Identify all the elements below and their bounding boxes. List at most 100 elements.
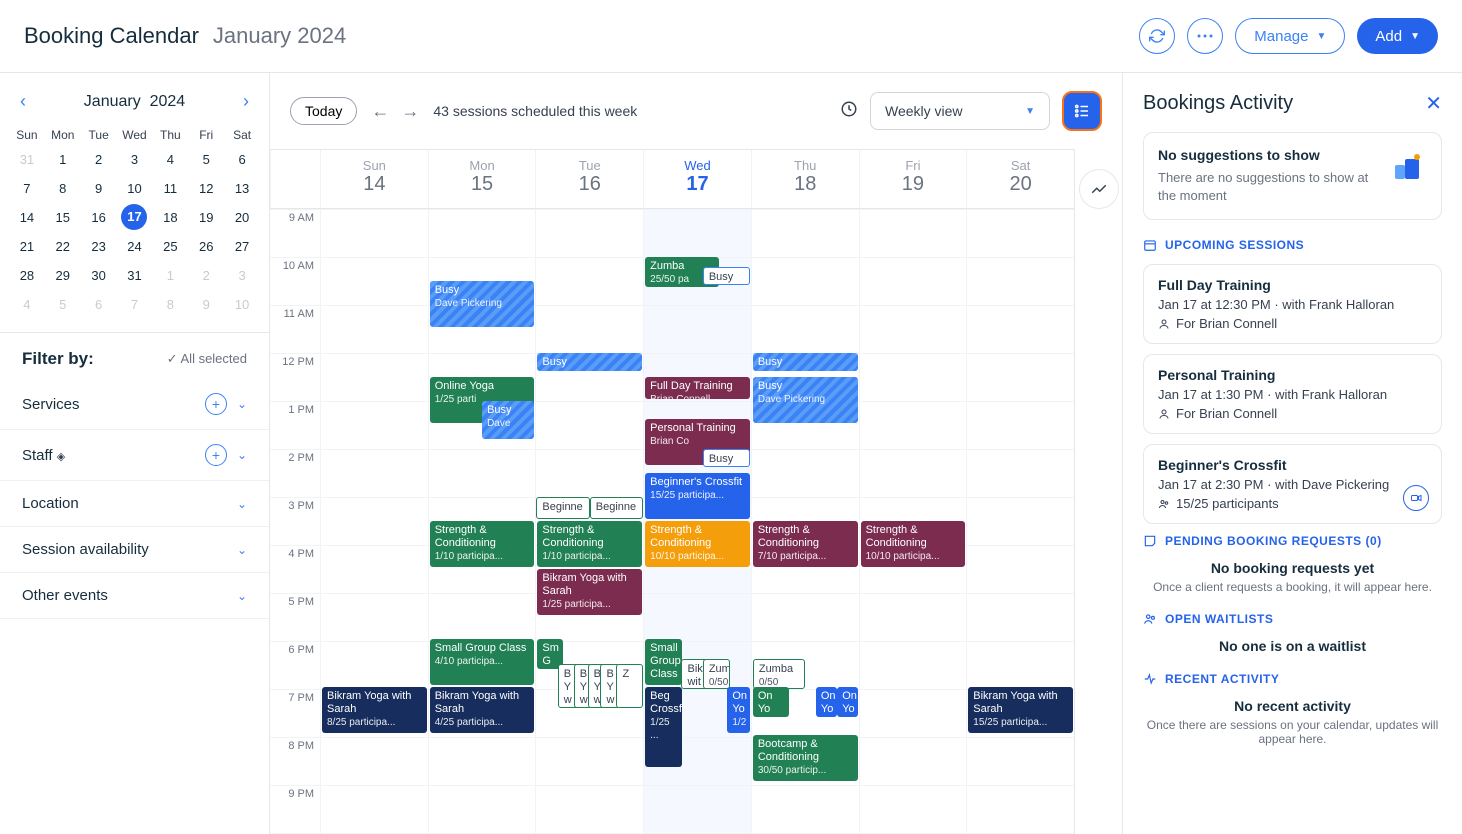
day-header[interactable]: Thu18 bbox=[751, 150, 859, 208]
mini-calendar-day[interactable]: 14 bbox=[10, 204, 44, 231]
day-header[interactable]: Sun14 bbox=[320, 150, 428, 208]
mini-calendar-day[interactable]: 24 bbox=[118, 233, 152, 260]
prev-month-button[interactable]: ‹ bbox=[16, 87, 30, 116]
mini-calendar-day[interactable]: 5 bbox=[46, 291, 80, 318]
add-filter-icon[interactable]: + bbox=[205, 393, 227, 415]
mini-calendar-day[interactable]: 31 bbox=[118, 262, 152, 289]
mic-icon[interactable] bbox=[840, 100, 858, 123]
mini-calendar-day[interactable]: 3 bbox=[225, 262, 259, 289]
mini-calendar-day[interactable]: 18 bbox=[153, 204, 187, 231]
mini-calendar-day[interactable]: 4 bbox=[10, 291, 44, 318]
calendar-event[interactable]: Bootcamp & Conditioning30/50 particip... bbox=[753, 735, 858, 781]
more-button[interactable] bbox=[1187, 18, 1223, 54]
mini-calendar-day[interactable]: 11 bbox=[153, 175, 187, 202]
day-column[interactable]: BusyDave PickeringOnline Yoga1/25 partiB… bbox=[428, 209, 536, 834]
calendar-event[interactable]: Strength & Conditioning1/10 participa... bbox=[430, 521, 535, 567]
manage-button[interactable]: Manage ▼ bbox=[1235, 18, 1345, 54]
calendar-event[interactable]: Strength & Conditioning1/10 participa... bbox=[537, 521, 642, 567]
mini-calendar-day[interactable]: 26 bbox=[189, 233, 223, 260]
list-view-button[interactable] bbox=[1062, 91, 1102, 131]
calendar-event[interactable]: On Yo17/ bbox=[753, 687, 789, 717]
mini-calendar-day[interactable]: 12 bbox=[189, 175, 223, 202]
mini-calendar-day[interactable]: 8 bbox=[46, 175, 80, 202]
mini-calendar-day[interactable]: 4 bbox=[153, 146, 187, 173]
mini-calendar-day[interactable]: 22 bbox=[46, 233, 80, 260]
calendar-event[interactable]: On Yo1/2 bbox=[727, 687, 749, 733]
mini-calendar-day[interactable]: 21 bbox=[10, 233, 44, 260]
calendar-event[interactable]: Strength & Conditioning10/10 participa..… bbox=[861, 521, 966, 567]
add-button[interactable]: Add ▼ bbox=[1357, 18, 1438, 54]
mini-calendar-day[interactable]: 29 bbox=[46, 262, 80, 289]
day-column[interactable]: Strength & Conditioning10/10 participa..… bbox=[859, 209, 967, 834]
day-column[interactable]: Zumba25/50 paBusyFull Day TrainingBrian … bbox=[643, 209, 751, 834]
calendar-event[interactable]: BusyDave Pickering bbox=[430, 281, 535, 327]
day-column[interactable]: BusyBeginneBeginneStrength & Conditionin… bbox=[535, 209, 643, 834]
calendar-event[interactable]: Beginner's Crossfit15/25 participa... bbox=[645, 473, 750, 519]
day-column[interactable]: Bikram Yoga with Sarah8/25 participa... bbox=[320, 209, 428, 834]
day-header[interactable]: Wed17 bbox=[643, 150, 751, 208]
analytics-button[interactable] bbox=[1079, 169, 1119, 209]
day-column[interactable]: Bikram Yoga with Sarah15/25 participa... bbox=[966, 209, 1074, 834]
calendar-event[interactable]: Bikram Yoga with Sarah1/25 participa... bbox=[537, 569, 642, 615]
day-header[interactable]: Mon15 bbox=[428, 150, 536, 208]
upcoming-session-card[interactable]: Full Day TrainingJan 17 at 12:30 PM · wi… bbox=[1143, 264, 1442, 344]
filter-row-other-events[interactable]: Other events⌄ bbox=[0, 573, 269, 619]
calendar-event[interactable]: On Yo bbox=[816, 687, 837, 717]
upcoming-session-card[interactable]: Personal TrainingJan 17 at 1:30 PM · wit… bbox=[1143, 354, 1442, 434]
close-button[interactable]: ✕ bbox=[1425, 91, 1442, 116]
mini-calendar-day[interactable]: 27 bbox=[225, 233, 259, 260]
calendar-event[interactable]: BusyDave Pickering bbox=[753, 377, 858, 423]
view-select[interactable]: Weekly view ▼ bbox=[870, 92, 1050, 130]
filter-row-services[interactable]: Services+⌄ bbox=[0, 379, 269, 430]
calendar-event[interactable]: Busy bbox=[703, 449, 750, 467]
calendar-event[interactable]: Busy bbox=[753, 353, 858, 371]
mini-calendar-day[interactable]: 2 bbox=[189, 262, 223, 289]
mini-calendar-day[interactable]: 8 bbox=[153, 291, 187, 318]
calendar-event[interactable]: Busy bbox=[537, 353, 642, 371]
mini-calendar-day[interactable]: 10 bbox=[225, 291, 259, 318]
filter-row-session-availability[interactable]: Session availability⌄ bbox=[0, 527, 269, 573]
mini-calendar-day[interactable]: 9 bbox=[82, 175, 116, 202]
mini-calendar-day[interactable]: 3 bbox=[118, 146, 152, 173]
mini-calendar-day[interactable]: 15 bbox=[46, 204, 80, 231]
calendar-event[interactable]: Bikram Yoga with Sarah4/25 participa... bbox=[430, 687, 535, 733]
refresh-button[interactable] bbox=[1139, 18, 1175, 54]
mini-calendar-day[interactable]: 10 bbox=[118, 175, 152, 202]
mini-calendar-day[interactable]: 7 bbox=[118, 291, 152, 318]
calendar-event[interactable]: Beg Crossfit1/25 ... bbox=[645, 687, 681, 767]
calendar-event[interactable]: BusyDave bbox=[482, 401, 534, 439]
next-month-button[interactable]: › bbox=[239, 87, 253, 116]
next-week-button[interactable]: → bbox=[401, 101, 419, 122]
mini-calendar-day[interactable]: 1 bbox=[46, 146, 80, 173]
mini-calendar-day[interactable]: 7 bbox=[10, 175, 44, 202]
mini-calendar-day[interactable]: 16 bbox=[82, 204, 116, 231]
mini-calendar-day[interactable]: 13 bbox=[225, 175, 259, 202]
day-header[interactable]: Tue16 bbox=[535, 150, 643, 208]
filter-row-staff[interactable]: Staff ◈+⌄ bbox=[0, 430, 269, 481]
mini-calendar-day[interactable]: 31 bbox=[10, 146, 44, 173]
mini-calendar-day[interactable]: 9 bbox=[189, 291, 223, 318]
calendar-event[interactable]: On Yo bbox=[837, 687, 857, 717]
mini-calendar-day[interactable]: 6 bbox=[225, 146, 259, 173]
calendar-event[interactable]: Full Day TrainingBrian Connell bbox=[645, 377, 750, 399]
filter-row-location[interactable]: Location⌄ bbox=[0, 481, 269, 527]
day-header[interactable]: Fri19 bbox=[859, 150, 967, 208]
mini-calendar-day[interactable]: 30 bbox=[82, 262, 116, 289]
prev-week-button[interactable]: ← bbox=[371, 101, 389, 122]
calendar-event[interactable]: Zumba0/50 bbox=[703, 659, 730, 689]
calendar-event[interactable]: Zumba0/50 bbox=[753, 659, 805, 689]
calendar-event[interactable]: Bikram Yoga with Sarah8/25 participa... bbox=[322, 687, 427, 733]
calendar-event[interactable]: Small Group Class4/10 participa... bbox=[430, 639, 535, 685]
mini-calendar-day[interactable]: 1 bbox=[153, 262, 187, 289]
mini-calendar-day[interactable]: 28 bbox=[10, 262, 44, 289]
mini-calendar-day[interactable]: 5 bbox=[189, 146, 223, 173]
upcoming-session-card[interactable]: Beginner's CrossfitJan 17 at 2:30 PM · w… bbox=[1143, 444, 1442, 524]
mini-calendar-day[interactable]: 17 bbox=[121, 204, 147, 230]
add-filter-icon[interactable]: + bbox=[205, 444, 227, 466]
mini-calendar-day[interactable]: 23 bbox=[82, 233, 116, 260]
mini-calendar-day[interactable]: 19 bbox=[189, 204, 223, 231]
mini-calendar-day[interactable]: 20 bbox=[225, 204, 259, 231]
today-button[interactable]: Today bbox=[290, 97, 357, 125]
calendar-event[interactable]: Strength & Conditioning10/10 participa..… bbox=[645, 521, 750, 567]
calendar-event[interactable]: Small Group Class bbox=[645, 639, 681, 685]
